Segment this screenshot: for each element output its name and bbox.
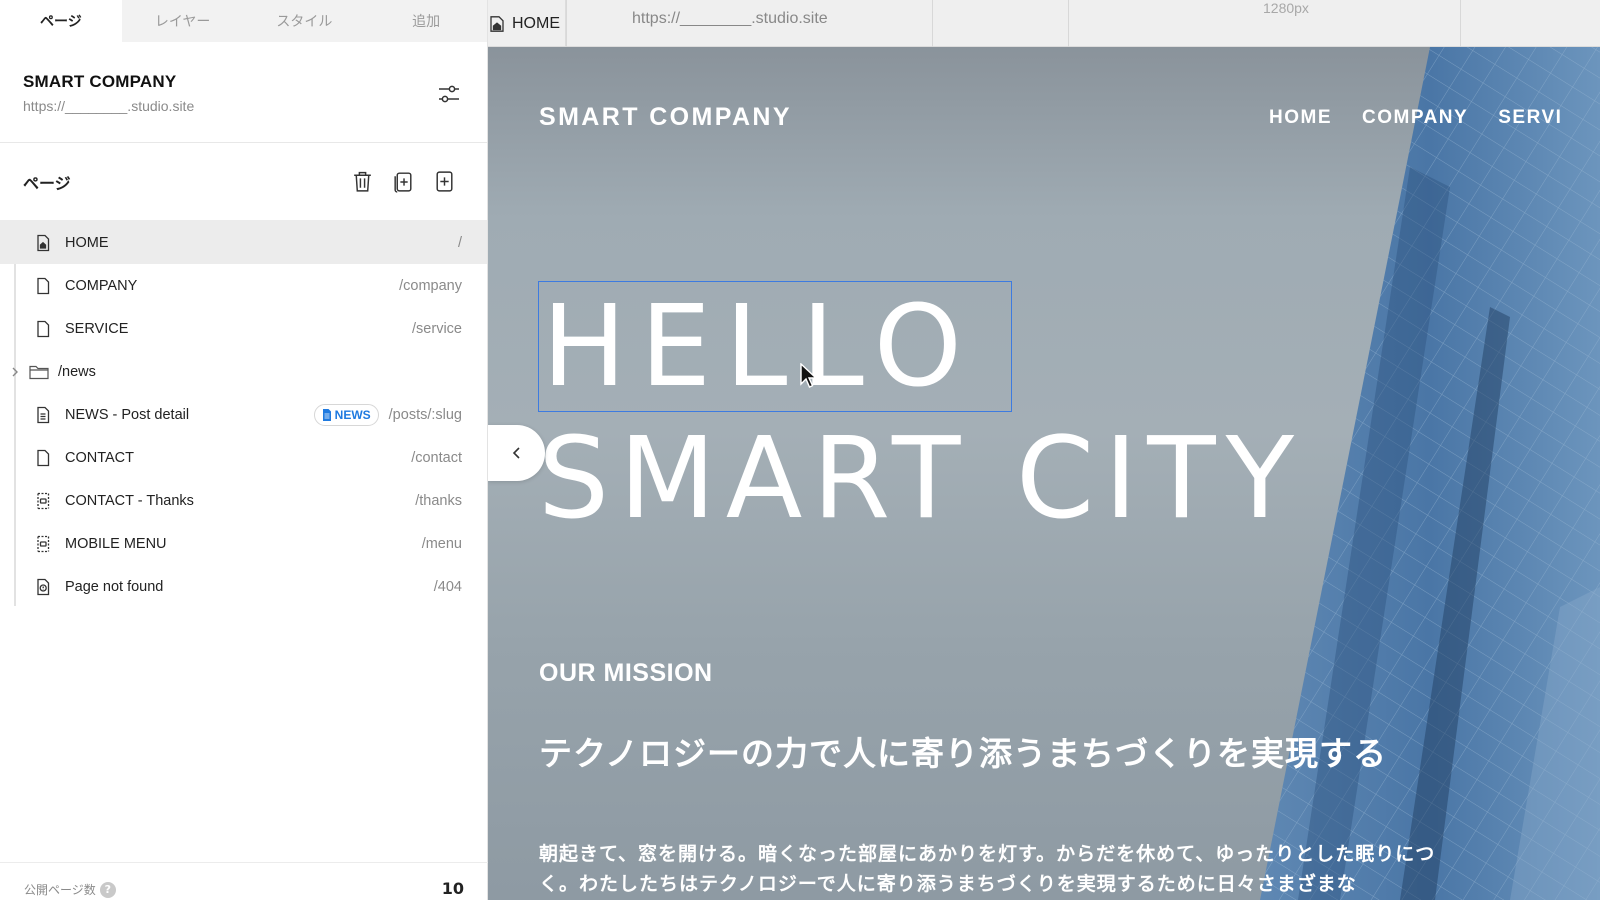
pages-title: ページ <box>23 173 71 193</box>
page-path: /posts/:slug <box>388 406 462 423</box>
page-path: /404 <box>433 578 462 595</box>
published-pages-count: 10 <box>441 879 464 898</box>
site-nav: HOME COMPANY SERVI <box>1269 107 1562 129</box>
site-url: https://________.studio.site <box>23 98 195 114</box>
modal-page-icon <box>37 492 50 509</box>
published-pages-label: 公開ページ数 ? <box>24 881 116 898</box>
chevron-right-icon[interactable] <box>8 365 22 379</box>
collapse-panel-button[interactable] <box>488 425 545 481</box>
page-item-mobile-menu[interactable]: MOBILE MENU /menu <box>0 522 487 565</box>
panel-tabs: ページ レイヤー スタイル 追加 <box>0 0 487 42</box>
tab-pages[interactable]: ページ <box>0 0 122 42</box>
page-label: NEWS - Post detail <box>65 406 190 423</box>
hero-heading-line2[interactable]: SMART CITY <box>538 419 1304 539</box>
page-icon <box>37 320 50 337</box>
page-icon <box>37 277 50 294</box>
site-logo-text[interactable]: SMART COMPANY <box>539 103 792 132</box>
home-page-icon <box>490 15 504 32</box>
duplicate-page-icon[interactable] <box>391 169 416 194</box>
folder-icon <box>29 365 49 379</box>
preview-address-bar: HOME https://________.studio.site 1280px <box>488 0 1600 47</box>
folder-item-news[interactable]: /news <box>0 350 487 393</box>
divider <box>932 0 933 47</box>
page-path: / <box>457 234 462 251</box>
divider <box>1460 0 1461 47</box>
page-label: HOME <box>65 234 109 251</box>
help-icon[interactable]: ? <box>99 881 116 898</box>
current-page-chip[interactable]: HOME <box>488 0 566 47</box>
page-item-contact-thanks[interactable]: CONTACT - Thanks /thanks <box>0 479 487 522</box>
page-item-contact[interactable]: CONTACT /contact <box>0 436 487 479</box>
preview-url[interactable]: https://________.studio.site <box>632 10 828 28</box>
page-list: HOME / COMPANY /company SERVICE /service <box>0 221 487 608</box>
page-path: /menu <box>421 535 462 552</box>
page-item-service[interactable]: SERVICE /service <box>0 307 487 350</box>
add-page-icon[interactable] <box>432 169 457 194</box>
site-name: SMART COMPANY <box>23 72 177 91</box>
page-path: /service <box>412 320 462 337</box>
editor-canvas[interactable]: SMART COMPANY HOME COMPANY SERVI HELLO S… <box>488 47 1600 900</box>
hero-heading-line1[interactable]: HELLO <box>542 287 976 407</box>
nav-home[interactable]: HOME <box>1269 107 1332 129</box>
document-icon <box>322 408 331 421</box>
page-item-home[interactable]: HOME / <box>0 221 487 264</box>
tab-styles[interactable]: スタイル <box>244 0 366 42</box>
document-icon <box>37 406 50 423</box>
breakpoint-width[interactable]: 1280px <box>1263 0 1309 16</box>
page-path: /thanks <box>415 492 462 509</box>
page-label: CONTACT <box>65 449 135 466</box>
pages-header: ページ <box>0 143 487 221</box>
left-panel: ページ レイヤー スタイル 追加 SMART COMPANY https://_… <box>0 0 488 900</box>
tab-layers[interactable]: レイヤー <box>122 0 244 42</box>
page-path: /company <box>399 277 462 294</box>
current-page-label: HOME <box>512 14 560 32</box>
settings-sliders-icon[interactable] <box>437 82 461 106</box>
page-label: SERVICE <box>65 320 129 337</box>
page-label: MOBILE MENU <box>65 535 167 552</box>
page-item-company[interactable]: COMPANY /company <box>0 264 487 307</box>
divider <box>566 0 567 47</box>
page-item-not-found[interactable]: Page not found /404 <box>0 565 487 608</box>
page-item-news-post-detail[interactable]: NEWS - Post detail NEWS /posts/:slug <box>0 393 487 436</box>
not-found-page-icon <box>37 578 50 595</box>
page-path: /contact <box>411 449 462 466</box>
page-actions <box>350 169 457 194</box>
trash-icon[interactable] <box>350 169 375 194</box>
page-label: CONTACT - Thanks <box>65 492 194 509</box>
mouse-cursor-icon <box>800 363 818 388</box>
page-label: COMPANY <box>65 277 138 294</box>
mission-tagline[interactable]: テクノロジーの力で人に寄り添うまちづくりを実現する <box>539 727 1387 775</box>
chevron-left-icon <box>512 447 520 459</box>
cms-badge: NEWS <box>313 403 379 426</box>
site-info: SMART COMPANY https://________.studio.si… <box>0 42 487 143</box>
page-icon <box>37 449 50 466</box>
folder-label: /news <box>58 363 96 380</box>
mission-heading[interactable]: OUR MISSION <box>539 659 713 688</box>
nav-service[interactable]: SERVI <box>1498 107 1562 129</box>
published-pages-text: 公開ページ数 <box>24 883 96 897</box>
tab-add[interactable]: 追加 <box>365 0 487 42</box>
modal-page-icon <box>37 535 50 552</box>
divider <box>1068 0 1069 47</box>
mission-body-text[interactable]: 朝起きて、窓を開ける。暗くなった部屋にあかりを灯す。からだを休めて、ゆったりとし… <box>539 839 1439 899</box>
home-page-icon <box>37 234 50 251</box>
nav-company[interactable]: COMPANY <box>1362 107 1468 129</box>
page-label: Page not found <box>65 578 164 595</box>
badge-label: NEWS <box>334 407 371 422</box>
panel-footer: 公開ページ数 ? 10 <box>0 862 488 900</box>
